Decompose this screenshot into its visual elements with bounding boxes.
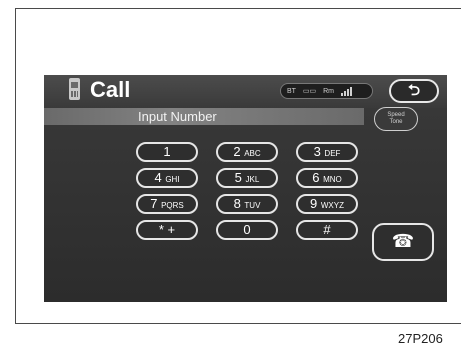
- key-4-letters: GHI: [165, 175, 180, 184]
- key-hash-label: #: [323, 222, 331, 237]
- key-9-number: 9: [310, 196, 318, 211]
- figure-reference-code: 27P206: [398, 331, 443, 346]
- key-star-label: * +: [158, 222, 176, 237]
- key-hash[interactable]: #: [296, 220, 358, 240]
- title-bar: Call BT ▭▭ Rm ⮌: [44, 75, 447, 108]
- cell-phone-icon: [69, 78, 80, 100]
- key-5-number: 5: [234, 170, 242, 185]
- key-2-number: 2: [233, 144, 241, 159]
- key-8-letters: TUV: [244, 201, 261, 210]
- key-9[interactable]: 9 WXYZ: [296, 194, 358, 214]
- input-number-label: Input Number: [138, 109, 217, 124]
- key-star-plus[interactable]: * +: [136, 220, 198, 240]
- key-6-number: 6: [312, 170, 320, 185]
- key-8[interactable]: 8 TUV: [216, 194, 278, 214]
- bluetooth-indicator: BT: [287, 88, 296, 95]
- handset-icon: ☎: [391, 231, 415, 251]
- key-7[interactable]: 7 PQRS: [136, 194, 198, 214]
- key-0[interactable]: 0: [216, 220, 278, 240]
- call-button[interactable]: ☎: [372, 223, 434, 261]
- back-button[interactable]: ⮌: [389, 79, 439, 103]
- key-6-letters: MNO: [323, 175, 342, 184]
- key-7-letters: PQRS: [161, 201, 184, 210]
- key-3[interactable]: 3 DEF: [296, 142, 358, 162]
- speed-tone-line1: Speed: [387, 112, 405, 118]
- number-input-bar: Input Number: [44, 108, 364, 125]
- speed-tone-line2: Tone: [389, 119, 403, 125]
- back-arrow-icon: ⮌: [407, 82, 420, 99]
- key-9-letters: WXYZ: [320, 201, 344, 210]
- key-1-number: 1: [163, 144, 171, 159]
- key-6[interactable]: 6 MNO: [296, 168, 358, 188]
- battery-icon: ▭▭: [302, 88, 317, 95]
- key-2-letters: ABC: [244, 149, 261, 158]
- key-7-number: 7: [150, 196, 158, 211]
- key-5-letters: JKL: [245, 175, 260, 184]
- phone-screen: Call BT ▭▭ Rm ⮌ Input Number Speed Tone …: [44, 75, 447, 302]
- key-8-number: 8: [233, 196, 241, 211]
- key-0-number: 0: [243, 222, 251, 237]
- screen-title: Call: [90, 77, 131, 102]
- speed-tone-button[interactable]: Speed Tone: [374, 107, 418, 131]
- key-5[interactable]: 5 JKL: [216, 168, 278, 188]
- key-4[interactable]: 4 GHI: [136, 168, 198, 188]
- key-4-number: 4: [154, 170, 162, 185]
- key-3-number: 3: [313, 144, 321, 159]
- key-1[interactable]: 1: [136, 142, 198, 162]
- roaming-indicator: Rm: [323, 88, 334, 95]
- key-2[interactable]: 2 ABC: [216, 142, 278, 162]
- status-indicators: BT ▭▭ Rm: [280, 83, 373, 99]
- key-3-letters: DEF: [324, 149, 341, 158]
- signal-strength-icon: [340, 86, 355, 96]
